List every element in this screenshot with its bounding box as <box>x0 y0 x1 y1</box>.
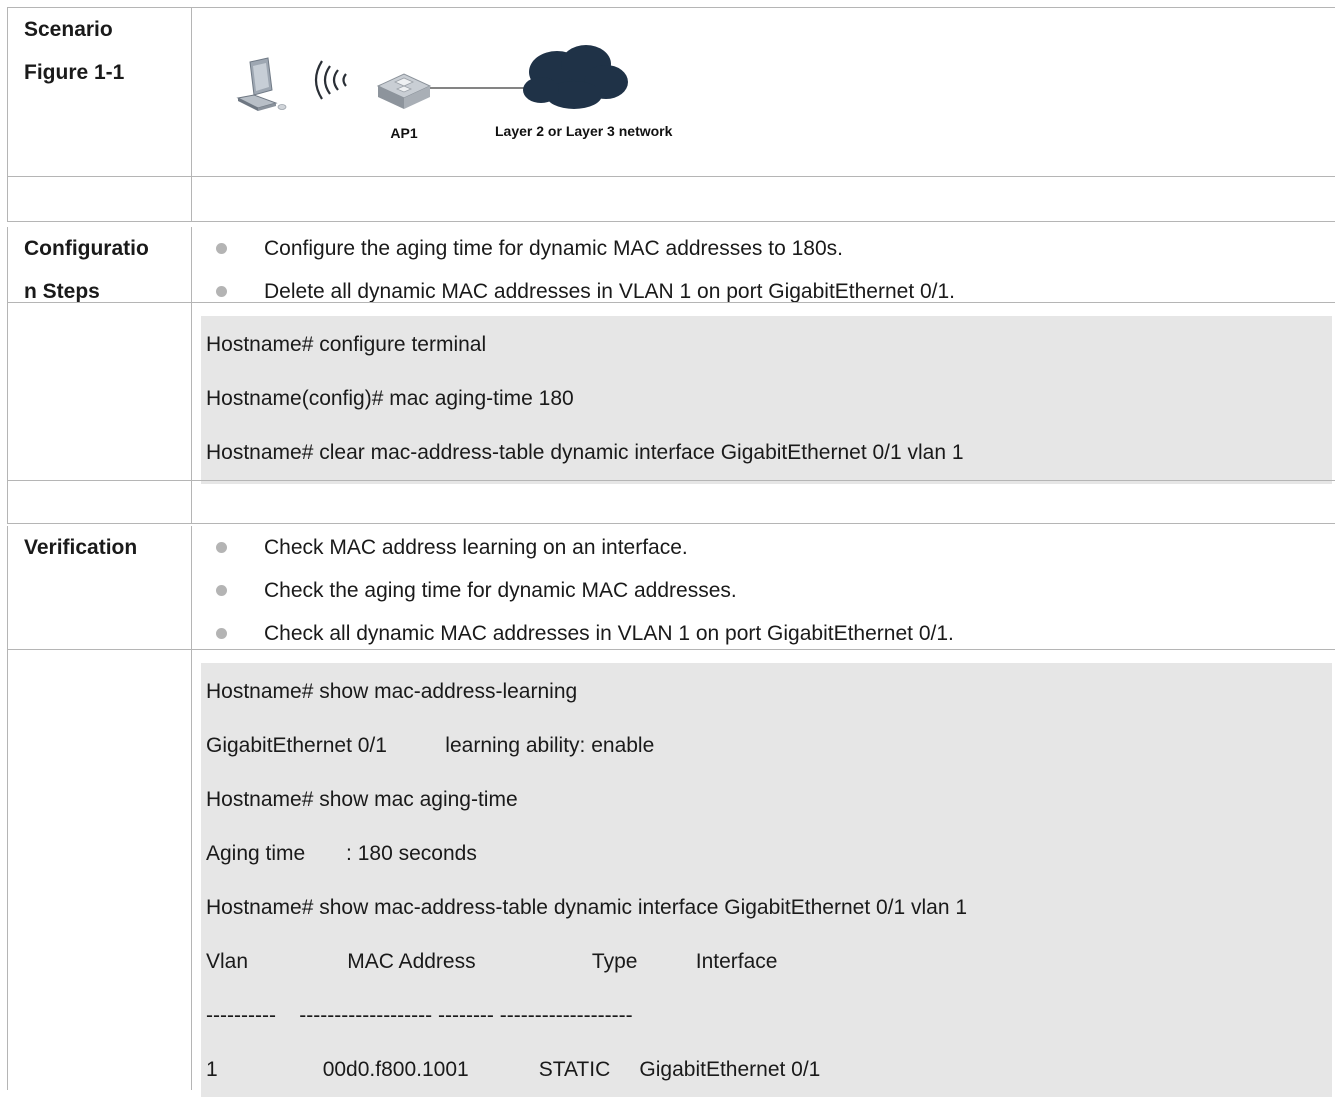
verification-code-block: Hostname# show mac-address-learning Giga… <box>201 663 1332 1097</box>
spacer-label-cell <box>7 481 192 523</box>
code-line: 1 00d0.f800.1001 STATIC GigabitEthernet … <box>206 1058 821 1081</box>
network-topology-figure: AP1 Layer 2 or Layer 3 network <box>236 45 673 141</box>
configuration-bullets-cell: Configure the aging time for dynamic MAC… <box>192 227 1335 303</box>
bullet-dot-icon <box>216 585 227 596</box>
bullet-item: Configure the aging time for dynamic MAC… <box>192 227 1335 270</box>
verification-label: Verification <box>24 536 138 559</box>
laptop-icon <box>236 57 287 111</box>
network-label: Layer 2 or Layer 3 network <box>495 123 673 139</box>
code-line: Hostname# show mac aging-time <box>206 788 518 811</box>
bullet-text: Check the aging time for dynamic MAC add… <box>264 579 737 602</box>
code-line: Hostname(config)# mac aging-time 180 <box>206 387 574 410</box>
code-label-cell <box>7 303 192 480</box>
configuration-code-cell: Hostname# configure terminal Hostname(co… <box>192 303 1335 484</box>
figure-label: Figure 1-1 <box>24 61 125 84</box>
code-line: Hostname# show mac-address-learning <box>206 680 578 703</box>
code-line: Aging time : 180 seconds <box>206 842 477 865</box>
spacer-row <box>7 480 1335 523</box>
scenario-label-cell: Scenario Figure 1-1 <box>7 8 192 176</box>
code-line: Hostname# show mac-address-table dynamic… <box>206 896 968 919</box>
spacer-row <box>7 176 1335 221</box>
ap1-label: AP1 <box>390 125 417 141</box>
verification-code-cell: Hostname# show mac-address-learning Giga… <box>192 650 1335 1097</box>
ap-device-icon <box>376 73 432 109</box>
wireless-signal-icon <box>314 60 347 100</box>
scenario-label: Scenario <box>24 18 113 41</box>
bullet-dot-icon <box>216 628 227 639</box>
verification-bullet-list: Check MAC address learning on an interfa… <box>192 526 1335 655</box>
spacer-content-cell <box>192 481 1335 523</box>
bullet-text: Delete all dynamic MAC addresses in VLAN… <box>264 280 956 303</box>
configuration-label-cell: Configuratio n Steps <box>7 227 192 303</box>
spacer-content-cell <box>192 177 1335 221</box>
code-line: Hostname# clear mac-address-table dynami… <box>206 441 964 464</box>
configuration-code-block: Hostname# configure terminal Hostname(co… <box>201 316 1332 484</box>
verification-label-cell: Verification <box>7 526 192 649</box>
spacer-label-cell <box>7 177 192 221</box>
code-line: ---------- ------------------- -------- … <box>206 1004 633 1027</box>
bullet-text: Check all dynamic MAC addresses in VLAN … <box>264 622 954 645</box>
network-cloud-icon <box>523 45 628 109</box>
scenario-row: Scenario Figure 1-1 AP1 Layer 2 or Layer… <box>7 7 1335 176</box>
bullet-dot-icon <box>216 243 227 254</box>
scenario-figure-cell: AP1 Layer 2 or Layer 3 network <box>192 8 1335 176</box>
configuration-bullet-list: Configure the aging time for dynamic MAC… <box>192 227 1335 313</box>
verification-row: Verification Check MAC address learning … <box>7 523 1335 649</box>
bullet-item: Check the aging time for dynamic MAC add… <box>192 569 1335 612</box>
configuration-steps-row: Configuratio n Steps Configure the aging… <box>7 221 1335 303</box>
configuration-code-row: Hostname# configure terminal Hostname(co… <box>7 302 1335 484</box>
bullet-dot-icon <box>216 286 227 297</box>
config-table: Scenario Figure 1-1 AP1 Layer 2 or Layer… <box>7 7 1335 1097</box>
bullet-text: Configure the aging time for dynamic MAC… <box>264 237 843 260</box>
code-line: GigabitEthernet 0/1 learning ability: en… <box>206 734 655 757</box>
code-line: Vlan MAC Address Type Interface <box>206 950 778 973</box>
verification-bullets-cell: Check MAC address learning on an interfa… <box>192 526 1335 649</box>
bullet-text: Check MAC address learning on an interfa… <box>264 536 688 559</box>
verification-code-row: Hostname# show mac-address-learning Giga… <box>7 649 1335 1097</box>
code-line: Hostname# configure terminal <box>206 333 487 356</box>
bullet-dot-icon <box>216 542 227 553</box>
bullet-item: Check MAC address learning on an interfa… <box>192 526 1335 569</box>
code-label-cell <box>7 650 192 1090</box>
configuration-label-line1: Configuratio <box>24 237 149 260</box>
